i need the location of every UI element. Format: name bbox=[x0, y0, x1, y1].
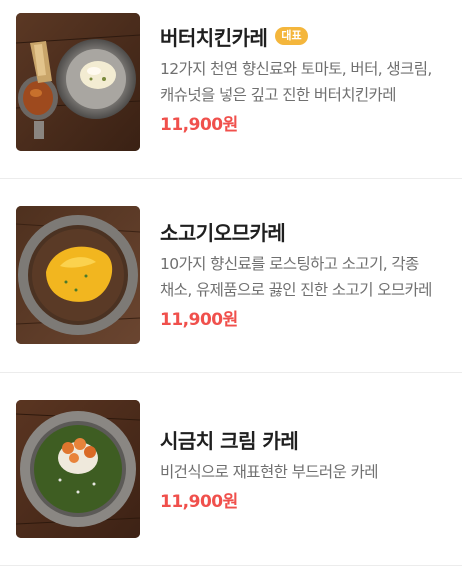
menu-item-spinach-cream-curry[interactable]: 시금치 크림 카레 비건식으로 재표현한 부드러운 카레 11,900원 bbox=[0, 373, 462, 551]
beef-omelette-curry-photo bbox=[16, 206, 140, 344]
menu-item-description: 12가지 천연 향신료와 토마토, 버터, 생크림, 캐슈넛을 넣은 깊고 진한… bbox=[160, 60, 432, 104]
menu-item-info: 버터치킨카레 대표 12가지 천연 향신료와 토마토, 버터, 생크림, 캐슈넛… bbox=[160, 22, 450, 136]
menu-item-price: 11,900원 bbox=[160, 115, 238, 135]
divider bbox=[0, 565, 462, 566]
menu-item-price: 11,900원 bbox=[160, 492, 238, 512]
signature-badge: 대표 bbox=[275, 27, 308, 45]
menu-item-butter-chicken-curry[interactable]: 버터치킨카레 대표 12가지 천연 향신료와 토마토, 버터, 생크림, 캐슈넛… bbox=[0, 0, 462, 178]
title-row: 소고기오므카레 bbox=[160, 217, 450, 245]
title-row: 버터치킨카레 대표 bbox=[160, 22, 450, 50]
butter-chicken-curry-photo bbox=[16, 13, 140, 151]
menu-item-info: 시금치 크림 카레 비건식으로 재표현한 부드러운 카레 11,900원 bbox=[160, 425, 450, 513]
menu-item-description: 비건식으로 재표현한 부드러운 카레 bbox=[160, 463, 378, 481]
menu-item-beef-omelette-curry[interactable]: 소고기오므카레 10가지 향신료를 로스팅하고 소고기, 각종 채소, 유제품으… bbox=[0, 179, 462, 357]
menu-item-description: 10가지 향신료를 로스팅하고 소고기, 각종 채소, 유제품으로 끓인 진한 … bbox=[160, 255, 432, 299]
menu-item-price: 11,900원 bbox=[160, 310, 238, 330]
menu-item-title: 소고기오므카레 bbox=[160, 220, 286, 245]
menu-item-title: 시금치 크림 카레 bbox=[160, 428, 299, 453]
spinach-cream-curry-photo bbox=[16, 400, 140, 538]
menu-item-info: 소고기오므카레 10가지 향신료를 로스팅하고 소고기, 각종 채소, 유제품으… bbox=[160, 217, 450, 331]
title-row: 시금치 크림 카레 bbox=[160, 425, 450, 453]
menu-item-title: 버터치킨카레 bbox=[160, 25, 268, 50]
menu-list: 버터치킨카레 대표 12가지 천연 향신료와 토마토, 버터, 생크림, 캐슈넛… bbox=[0, 0, 462, 567]
